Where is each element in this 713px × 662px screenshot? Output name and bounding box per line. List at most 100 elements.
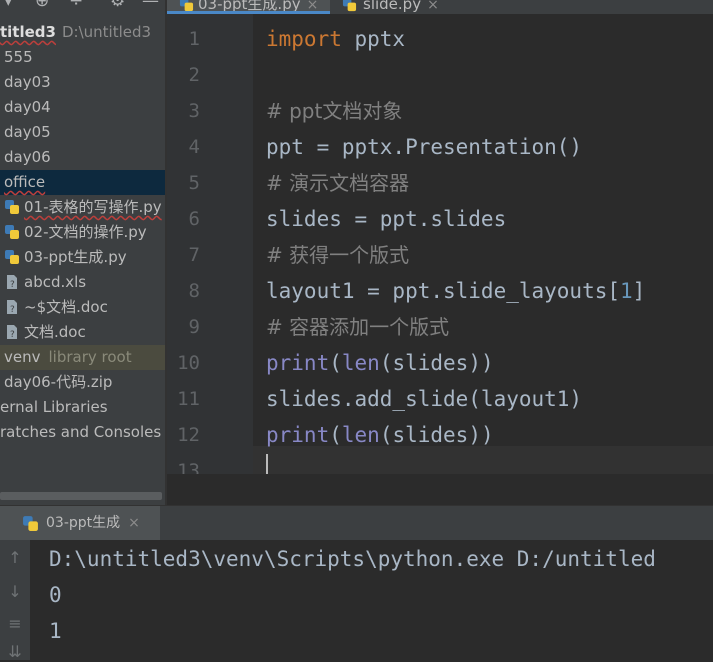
horizontal-scrollbar[interactable] <box>0 492 162 500</box>
code-line-7: # 获得一个版式 <box>266 243 410 267</box>
tab-label: slide.py <box>363 0 422 13</box>
console-line: 0 <box>49 583 62 607</box>
tree-item-label: 01-表格的写操作.py <box>24 198 162 216</box>
svg-text:?: ? <box>10 305 15 315</box>
keyword: import <box>266 27 342 51</box>
line-number: 10 <box>177 352 200 374</box>
collapse-all-icon[interactable]: ÷ <box>69 0 83 11</box>
tree-item-office[interactable]: office <box>0 170 165 195</box>
ide-window: ▾ ⊕ ÷ ⚙ — titled3 D:\untitled3 555 day03 … <box>0 0 713 662</box>
code-text: (slides)) <box>379 423 494 447</box>
builtin: print <box>266 351 330 375</box>
unknown-file-icon: ? <box>7 275 17 290</box>
tab-slide[interactable]: slide.py × <box>342 0 439 14</box>
tree-item-day03[interactable]: day03 <box>0 70 165 95</box>
code-text: layout1 = ppt.slide_layouts[ <box>266 279 621 303</box>
locate-target-icon[interactable]: ⊕ <box>35 0 49 11</box>
line-number: 9 <box>188 316 200 338</box>
project-toolbar: ▾ ⊕ ÷ ⚙ — <box>0 0 165 12</box>
tree-item-label: venv <box>4 348 41 366</box>
tree-item-day04[interactable]: day04 <box>0 95 165 120</box>
run-tabbar: 03-ppt生成 × <box>0 505 713 541</box>
tree-item-day06[interactable]: day06 <box>0 145 165 170</box>
svg-text:?: ? <box>10 280 15 290</box>
line-number: 5 <box>188 172 200 194</box>
tree-item-scratches[interactable]: ratches and Consoles <box>0 420 165 445</box>
tree-item-doc[interactable]: ? 文档.doc <box>0 320 165 345</box>
tree-item-day05[interactable]: day05 <box>0 120 165 145</box>
tree-item-file-01[interactable]: 01-表格的写操作.py <box>0 195 165 220</box>
code-line-10: print(len(slides)) <box>266 345 494 381</box>
tree-item-label: 03-ppt生成.py <box>24 248 127 266</box>
close-icon[interactable]: × <box>307 0 319 13</box>
tab-label: 03-ppt生成.py <box>198 0 301 13</box>
tab-03-ppt[interactable]: 03-ppt生成.py × <box>167 0 330 14</box>
code-text: pptx <box>341 27 406 51</box>
code-line-8: layout1 = ppt.slide_layouts[1] <box>266 273 645 309</box>
arrow-down-icon[interactable]: ↓ <box>5 582 25 602</box>
editor-tabbar: 03-ppt生成.py × slide.py × <box>167 0 713 14</box>
unknown-file-icon: ? <box>7 325 17 340</box>
tree-item-zip[interactable]: day06-代码.zip <box>0 370 165 395</box>
project-root-path: D:\untitled3 <box>61 23 152 41</box>
tree-item-label: 02-文档的操作.py <box>24 223 147 241</box>
code-text: ( <box>329 423 342 447</box>
tree-item-label: 文档.doc <box>24 323 86 341</box>
tree-item-label: day06-代码.zip <box>4 373 113 391</box>
tree-item-label: day05 <box>4 123 51 141</box>
close-icon[interactable]: × <box>128 515 140 531</box>
python-file-icon <box>5 200 19 214</box>
minimize-icon[interactable]: — <box>142 0 159 11</box>
close-icon[interactable]: × <box>427 0 439 13</box>
tree-item-label: day06 <box>4 148 51 166</box>
run-tab[interactable]: 03-ppt生成 × <box>0 506 160 541</box>
code-line-1: import pptx <box>266 21 405 57</box>
tree-item-label: ratches and Consoles <box>0 423 162 441</box>
tree-item-file-02[interactable]: 02-文档的操作.py <box>0 220 165 245</box>
line-number: 3 <box>188 100 200 122</box>
line-number: 11 <box>177 388 200 410</box>
code-text: (slides)) <box>379 351 494 375</box>
line-number: 4 <box>188 136 200 158</box>
text-caret <box>266 454 268 474</box>
tree-item-venv[interactable]: venv library root <box>0 345 165 370</box>
project-panel: ▾ ⊕ ÷ ⚙ — titled3 D:\untitled3 555 day03 … <box>0 0 165 505</box>
line-number: 7 <box>188 244 200 266</box>
tree-item-555[interactable]: 555 <box>0 45 165 70</box>
dropdown-icon[interactable]: ▾ <box>4 0 13 11</box>
tree-item-temp-doc[interactable]: ? ~$文档.doc <box>0 295 165 320</box>
project-tree: titled3 D:\untitled3 555 day03 day04 day0… <box>0 20 165 445</box>
tree-item-abcd-xls[interactable]: ? abcd.xls <box>0 270 165 295</box>
run-toolbar: ↑ ↓ ≡ ⇊ <box>0 540 30 662</box>
tree-item-external-libraries[interactable]: ernal Libraries <box>0 395 165 420</box>
scroll-to-end-icon[interactable]: ⇊ <box>5 642 25 662</box>
code-text: ( <box>329 351 342 375</box>
code-line-4: ppt = pptx.Presentation() <box>266 135 583 159</box>
builtin: len <box>341 423 380 447</box>
library-root-hint: library root <box>48 348 132 366</box>
gear-icon[interactable]: ⚙ <box>110 0 125 11</box>
tree-item-file-03[interactable]: 03-ppt生成.py <box>0 245 165 270</box>
line-number: 6 <box>188 208 200 230</box>
run-tab-label: 03-ppt生成 <box>46 515 121 531</box>
python-file-icon <box>179 0 194 12</box>
project-root-name: titled3 <box>0 23 56 41</box>
code-line-12: print(len(slides)) <box>266 417 494 453</box>
tree-item-label: 555 <box>4 48 33 66</box>
console-line: 1 <box>49 619 62 643</box>
unknown-file-icon: ? <box>7 300 17 315</box>
editor-bottom-area <box>167 474 713 505</box>
line-number-gutter: 1 2 3 4 5 6 7 8 9 10 11 12 13 <box>167 14 253 474</box>
console-output[interactable]: D:\untitled3\venv\Scripts\python.exe D:/… <box>30 540 713 660</box>
soft-wrap-icon[interactable]: ≡ <box>5 614 25 634</box>
code-editor[interactable]: 1 2 3 4 5 6 7 8 9 10 11 12 13 import ppt… <box>167 14 713 474</box>
tree-item-label: ~$文档.doc <box>24 298 108 316</box>
tree-item-label: day04 <box>4 98 51 116</box>
project-root[interactable]: titled3 D:\untitled3 <box>0 20 165 45</box>
number-literal: 1 <box>620 279 633 303</box>
tree-item-label: office <box>4 173 46 191</box>
builtin: print <box>266 423 330 447</box>
code-line-5: # 演示文档容器 <box>266 171 410 195</box>
arrow-up-icon[interactable]: ↑ <box>5 548 25 568</box>
tree-item-label: abcd.xls <box>24 273 87 291</box>
